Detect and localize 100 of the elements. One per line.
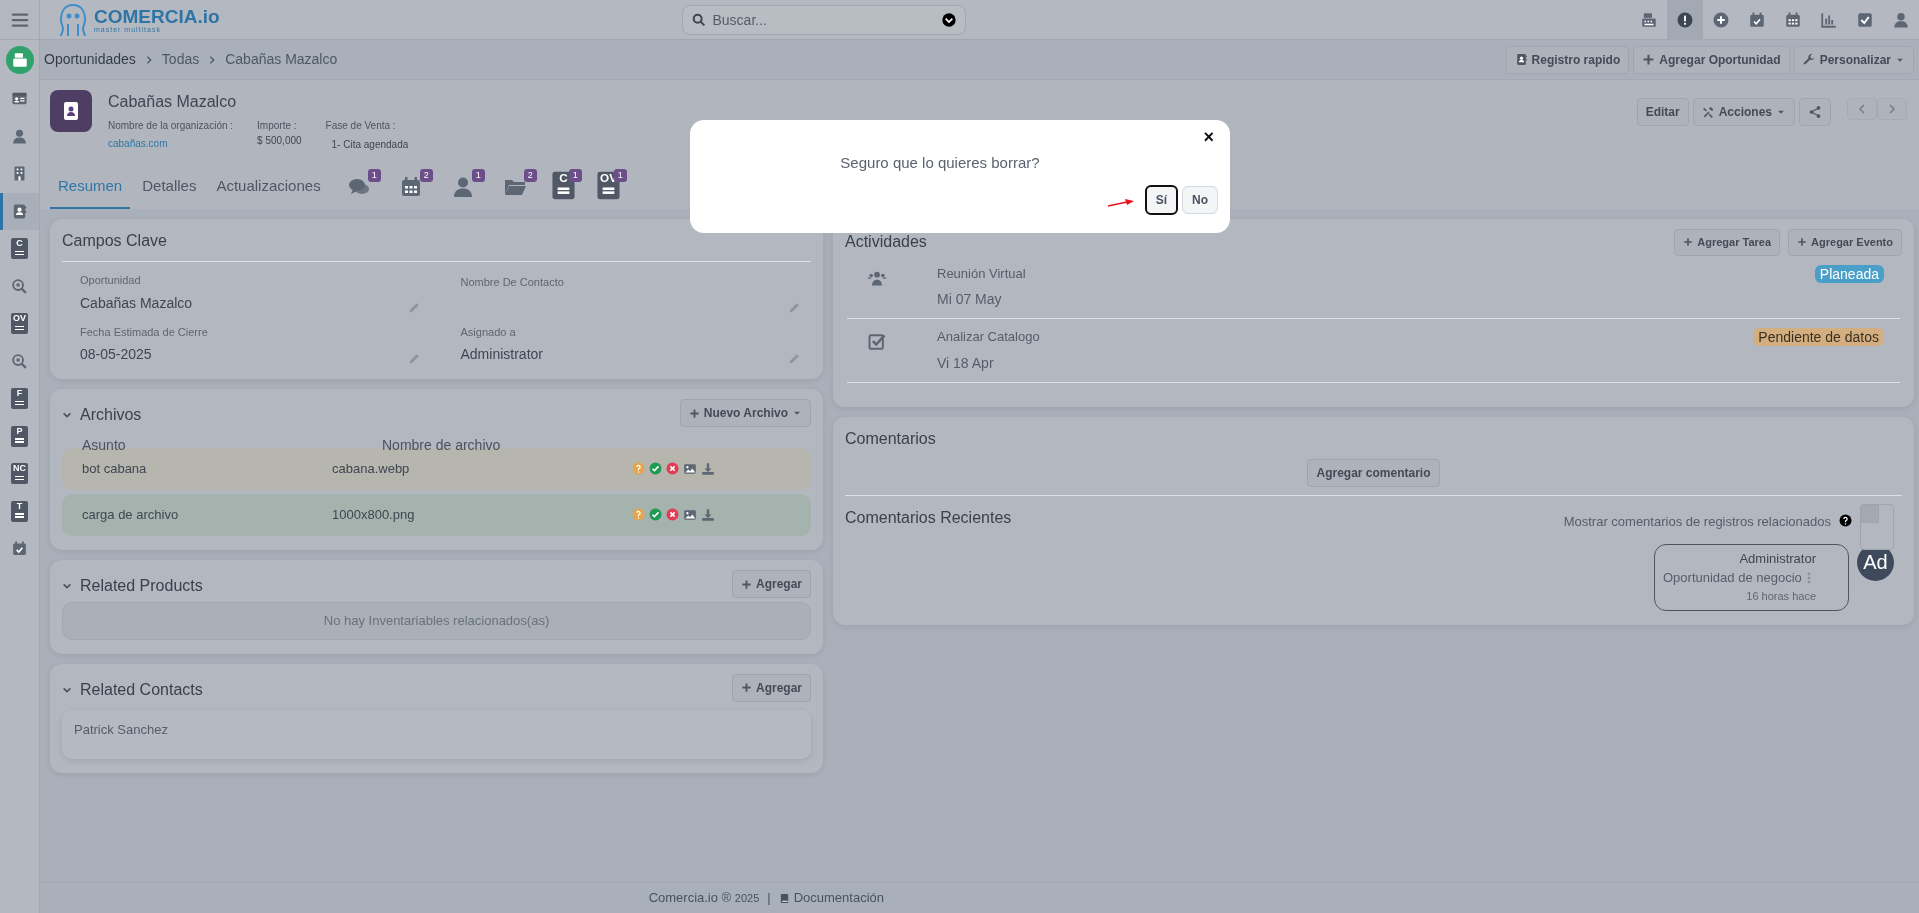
- sidebar-item[interactable]: OV: [0, 305, 39, 343]
- add-button[interactable]: Agregar Tarea: [1674, 229, 1781, 256]
- field-link[interactable]: cabañas.com: [108, 138, 168, 149]
- sidebar-item[interactable]: NC: [0, 455, 39, 493]
- pencil-icon[interactable]: [407, 352, 421, 365]
- activity-title[interactable]: Reunión Virtual: [937, 263, 1815, 283]
- tab[interactable]: Actualizaciones: [208, 166, 329, 209]
- action-button[interactable]: Editar: [1636, 98, 1689, 126]
- dropdown-icon[interactable]: [940, 11, 957, 28]
- add-button[interactable]: Agregar: [732, 673, 811, 702]
- share-button[interactable]: [1799, 98, 1831, 126]
- sidebar-item[interactable]: [0, 192, 39, 230]
- table-cell-text: cabana.webp: [332, 460, 411, 479]
- action-button[interactable]: Acciones: [1692, 98, 1795, 126]
- book-icon: [778, 892, 790, 904]
- chart-icon: [1820, 10, 1838, 29]
- download-icon[interactable]: [701, 462, 715, 476]
- table-cell-text: carga de archivo: [82, 506, 180, 525]
- field-link[interactable]: Administrator: [460, 344, 543, 365]
- breadcrumb-link[interactable]: Oportunidades: [44, 49, 136, 70]
- add-button[interactable]: Nuevo Archivo: [679, 399, 811, 427]
- plus-icon: [741, 682, 752, 693]
- toggle-label: Mostrar comentarios de registros relacionados: [1563, 512, 1831, 531]
- record-icon: [50, 90, 92, 132]
- count-badge: 1: [568, 169, 582, 182]
- field-value: 08-05-2025: [80, 345, 153, 364]
- document-icon: OV: [11, 313, 28, 335]
- user-icon: [1892, 10, 1910, 29]
- plus-icon: [1712, 10, 1730, 29]
- search-field[interactable]: Buscar...: [681, 4, 966, 35]
- contact-name[interactable]: Patrick Sanchez: [74, 721, 168, 737]
- user-icon: [11, 127, 28, 145]
- field-label: Nombre De Contacto: [460, 275, 565, 290]
- toggle-switch[interactable]: [1860, 503, 1894, 550]
- plus-icon: [1642, 53, 1656, 66]
- record-title: Cabañas Mazalco: [108, 92, 238, 112]
- modal-message: Seguro que lo quieres borrar?: [839, 153, 1041, 173]
- cash-register-icon[interactable]: [5, 46, 34, 74]
- check-icon[interactable]: [649, 462, 662, 475]
- calendar-check-icon: [1748, 10, 1766, 29]
- count-badge: 1: [471, 169, 485, 182]
- pencil-icon[interactable]: [788, 352, 801, 365]
- sidebar-item[interactable]: C: [0, 230, 39, 268]
- checkbox-icon: [1856, 10, 1874, 29]
- breadcrumb-link[interactable]: Todas: [161, 49, 200, 70]
- breadcrumb-link[interactable]: Cabañas Mazalco: [225, 49, 338, 70]
- contact-book-icon: [11, 202, 28, 220]
- add-button[interactable]: Agregar: [732, 570, 811, 598]
- activity-title[interactable]: Analizar Catalogo: [937, 327, 1754, 347]
- field-label: Oportunidad: [80, 273, 142, 288]
- comment-text: Oportunidad de negocio: [1663, 569, 1802, 587]
- field-label: Fase de Venta :: [325, 119, 397, 133]
- chevron-down-icon[interactable]: [62, 410, 72, 420]
- document-icon: T: [11, 500, 28, 522]
- add-comment-button[interactable]: Agregar comentario: [1307, 458, 1440, 487]
- section-title: Comentarios Recientes: [845, 507, 1012, 528]
- documentation-link[interactable]: Documentación: [778, 888, 884, 908]
- dialog-button[interactable]: Sí: [1144, 184, 1178, 215]
- table-cell-text: bot cabana: [82, 460, 148, 479]
- plus-icon: [1683, 237, 1694, 248]
- chevron-right-icon: [1886, 103, 1898, 115]
- field-value: 1- Cita agendada: [330, 138, 409, 152]
- image-icon[interactable]: [683, 508, 697, 522]
- check-icon[interactable]: [649, 508, 662, 521]
- plus-icon: [741, 578, 752, 590]
- footer-separator: |: [767, 889, 771, 908]
- sidebar-item[interactable]: P: [0, 417, 39, 455]
- action-button[interactable]: Agregar Oportunidad: [1633, 45, 1790, 74]
- delete-icon[interactable]: [666, 462, 679, 475]
- pencil-icon[interactable]: [788, 300, 801, 314]
- comment-time: 16 horas hace: [1745, 588, 1817, 604]
- status-badge: Planeada: [1814, 264, 1884, 283]
- section-title: Archivos: [80, 405, 142, 425]
- image-icon[interactable]: [683, 462, 697, 476]
- wrench-icon: [1802, 53, 1816, 66]
- download-icon[interactable]: [701, 508, 715, 522]
- count-badge: 1: [613, 169, 627, 182]
- table-cell-text: 1000x800.png: [332, 506, 416, 525]
- sidebar-item[interactable]: T: [0, 492, 39, 530]
- chevron-down-icon[interactable]: [62, 581, 72, 591]
- pencil-icon[interactable]: [407, 300, 421, 314]
- file-row[interactable]: carga de archivo 1000x800.png: [62, 494, 811, 536]
- calendar-check-icon: [11, 540, 28, 558]
- delete-icon[interactable]: [666, 508, 679, 521]
- help-icon[interactable]: [1839, 513, 1852, 527]
- sidebar-item[interactable]: F: [0, 380, 39, 418]
- dialog-button[interactable]: No: [1182, 185, 1218, 214]
- add-button[interactable]: Agregar Evento: [1788, 229, 1902, 256]
- cash-register-icon: [1640, 10, 1658, 29]
- document-icon: C: [11, 238, 28, 260]
- action-button[interactable]: Personalizar: [1793, 45, 1914, 74]
- activity-date: Vi 18 Apr: [937, 353, 995, 373]
- close-button[interactable]: ×: [1199, 128, 1218, 146]
- field-label: Importe :: [257, 119, 298, 133]
- action-button[interactable]: Registro rapido: [1505, 45, 1630, 74]
- tab[interactable]: Resumen: [50, 166, 131, 209]
- tab[interactable]: Detalles: [134, 166, 205, 209]
- toolbar-button[interactable]: [1667, 0, 1703, 39]
- status-badge: Pendiente de datos: [1753, 328, 1884, 346]
- comment-author: Administrator: [1738, 549, 1817, 568]
